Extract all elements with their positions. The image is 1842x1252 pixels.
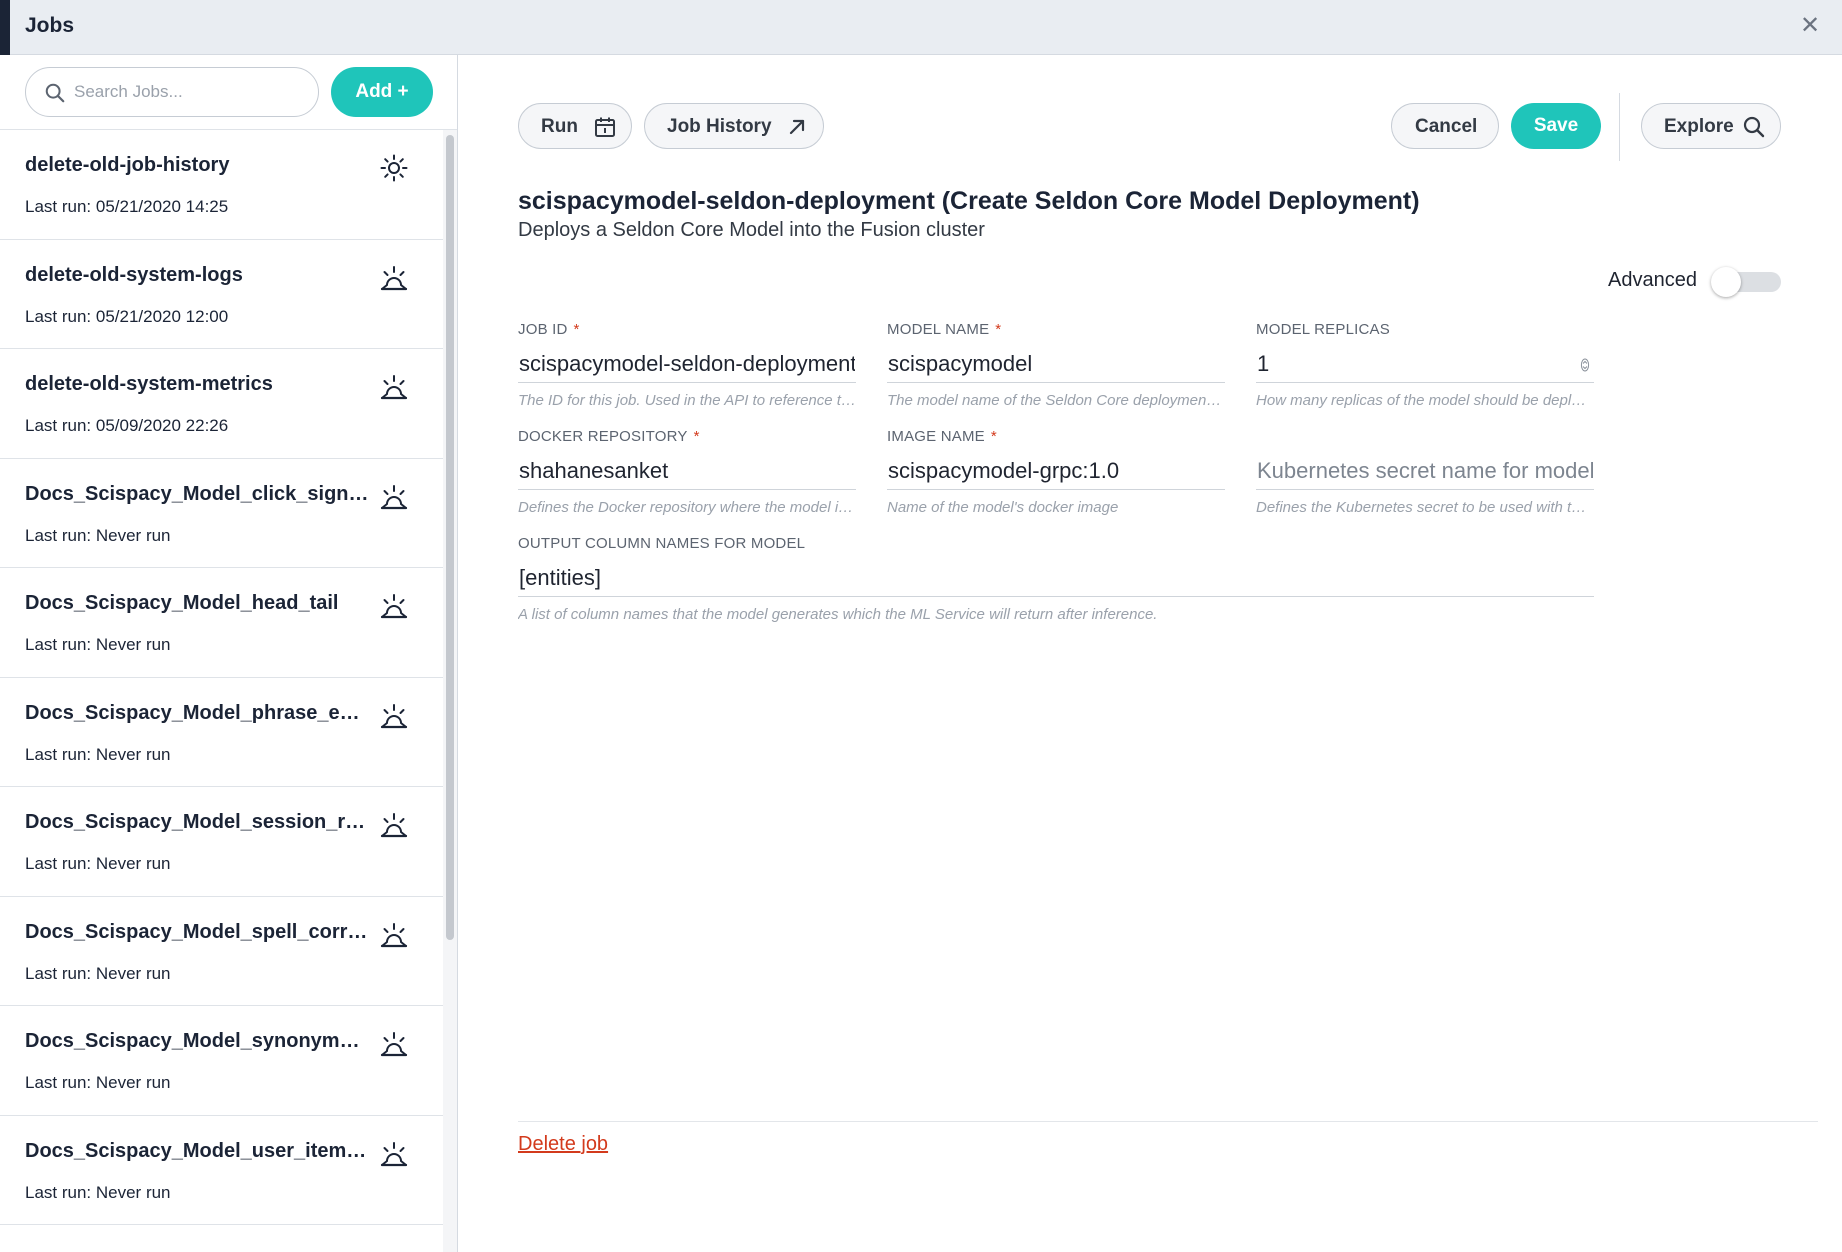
advanced-label: Advanced <box>1608 269 1697 291</box>
job-list-item[interactable]: Docs_Scispacy_Model_phrase_extr... Last r… <box>0 678 443 787</box>
magnifier-icon <box>1743 116 1765 138</box>
run-button[interactable]: Run <box>518 103 632 149</box>
cancel-button[interactable]: Cancel <box>1391 103 1499 149</box>
job-name: Docs_Scispacy_Model_session_roll... <box>25 811 370 833</box>
sidebar-header: Add + <box>0 55 457 130</box>
job-last-run: Last run: 05/09/2020 22:26 <box>25 416 229 435</box>
sunrise-icon <box>378 262 410 294</box>
job-list-item[interactable]: Docs_Scispacy_Model_spell_correc... Last … <box>0 897 443 1006</box>
job-name: Docs_Scispacy_Model_click_signal... <box>25 482 370 505</box>
output-columns-label: OUTPUT COLUMN NAMES FOR MODEL <box>518 535 806 552</box>
sunrise-icon <box>378 481 410 513</box>
explore-button[interactable]: Explore <box>1641 103 1781 149</box>
delete-job-link[interactable]: Delete job <box>518 1133 608 1156</box>
toolbar-divider <box>1619 93 1620 161</box>
scrollbar-thumb[interactable] <box>446 135 454 940</box>
add-job-button[interactable]: Add + <box>331 67 433 117</box>
job-name: Docs_Scispacy_Model_head_tail <box>25 592 339 614</box>
model-replicas-label: MODEL REPLICAS <box>1256 321 1390 338</box>
job-name: Docs_Scispacy_Model_synonym_d... <box>25 1030 370 1052</box>
job-history-label: Job History <box>667 116 772 137</box>
job-last-run: Last run: Never run <box>25 1182 171 1202</box>
sunrise-icon <box>378 590 410 622</box>
docker-repository-label: DOCKER REPOSITORY * <box>518 428 700 445</box>
jobs-sidebar: Add + delete-old-job-history Last run: 05… <box>0 55 458 1252</box>
job-title: scispacymodel-seldon-deployment (Create … <box>518 187 1420 215</box>
job-last-run: Last run: 05/21/2020 14:25 <box>25 197 229 216</box>
external-arrow-icon <box>789 119 805 135</box>
explore-button-label: Explore <box>1664 116 1734 137</box>
stepper-icon[interactable] <box>1580 357 1590 373</box>
job-last-run: Last run: Never run <box>25 525 171 545</box>
job-name: Docs_Scispacy_Model_phrase_extr... <box>25 701 370 724</box>
job-list-item[interactable]: Docs_Scispacy_Model_synonym_d... Last run… <box>0 1006 443 1116</box>
job-id-help: The ID for this job. Used in the API to … <box>518 392 856 409</box>
job-last-run: Last run: Never run <box>25 854 171 873</box>
k8s-secret-help: Defines the Kubernetes secret to be used… <box>1256 499 1594 516</box>
sunrise-icon <box>378 371 410 403</box>
image-name-label: IMAGE NAME * <box>887 428 997 445</box>
sunrise-icon <box>378 700 410 732</box>
job-name: delete-old-job-history <box>25 154 230 176</box>
advanced-toggle[interactable] <box>1711 267 1781 297</box>
search-input[interactable] <box>74 76 304 108</box>
output-columns-help: A list of column names that the model ge… <box>518 606 1158 623</box>
job-editor: Run Job History Cancel Save Explore scis… <box>458 55 1842 1252</box>
job-list-item[interactable]: delete-old-job-history Last run: 05/21/20… <box>0 130 443 240</box>
job-list-item[interactable]: Docs_Scispacy_Model_head_tail Last run: N… <box>0 568 443 678</box>
model-replicas-input[interactable] <box>1256 345 1594 383</box>
job-history-button[interactable]: Job History <box>644 103 824 149</box>
search-icon <box>45 83 65 103</box>
job-list-item[interactable]: delete-old-system-logs Last run: 05/21/20… <box>0 240 443 349</box>
output-columns-input[interactable] <box>518 559 1594 597</box>
job-last-run: Last run: Never run <box>25 744 171 764</box>
sunrise-icon <box>378 1028 410 1060</box>
job-last-run: Last run: 05/21/2020 12:00 <box>25 306 229 326</box>
job-name: delete-old-system-logs <box>25 263 243 286</box>
sunrise-icon <box>378 1138 410 1170</box>
job-list-item[interactable]: Docs_Scispacy_Model_session_roll... Last … <box>0 787 443 897</box>
job-last-run: Last run: Never run <box>25 1073 171 1092</box>
job-list-item[interactable]: delete-old-system-metrics Last run: 05/09… <box>0 349 443 459</box>
run-button-label: Run <box>541 116 578 137</box>
cancel-button-label: Cancel <box>1415 116 1478 137</box>
close-icon[interactable]: ✕ <box>1798 14 1822 38</box>
toggle-knob <box>1711 267 1741 297</box>
model-replicas-help: How many replicas of the model should be… <box>1256 392 1594 409</box>
search-box[interactable] <box>25 67 319 117</box>
window-title: Jobs <box>25 14 75 37</box>
job-last-run: Last run: Never run <box>25 635 171 654</box>
model-name-help: The model name of the Seldon Core deploy… <box>887 392 1225 409</box>
job-description: Deploys a Seldon Core Model into the Fus… <box>518 219 985 241</box>
job-name: Docs_Scispacy_Model_user_item_... <box>25 1139 370 1162</box>
k8s-secret-input[interactable] <box>1256 452 1594 490</box>
docker-repository-help: Defines the Docker repository where the … <box>518 499 856 516</box>
sun-icon <box>378 152 410 184</box>
docker-repository-input[interactable] <box>518 452 856 490</box>
sunrise-icon <box>378 919 410 951</box>
job-list-item[interactable]: Docs_Scispacy_Model_click_signal... Last … <box>0 459 443 568</box>
image-name-input[interactable] <box>887 452 1225 490</box>
image-name-help: Name of the model's docker image <box>887 499 1119 516</box>
job-name: delete-old-system-metrics <box>25 373 273 395</box>
job-last-run: Last run: Never run <box>25 963 171 983</box>
save-button[interactable]: Save <box>1511 103 1601 149</box>
calendar-icon <box>595 117 615 137</box>
job-id-label: JOB ID * <box>518 321 580 338</box>
model-name-input[interactable] <box>887 345 1225 383</box>
model-name-label: MODEL NAME * <box>887 321 1002 338</box>
job-list: delete-old-job-history Last run: 05/21/20… <box>0 130 443 1252</box>
job-list-item[interactable]: Docs_Scispacy_Model_user_item_... Last ru… <box>0 1116 443 1225</box>
window-titlebar: Jobs ✕ <box>0 0 1842 55</box>
sunrise-icon <box>378 809 410 841</box>
job-id-input[interactable] <box>518 345 856 383</box>
footer-divider <box>518 1121 1818 1122</box>
titlebar-accent <box>0 0 10 55</box>
job-name: Docs_Scispacy_Model_spell_correc... <box>25 920 370 943</box>
